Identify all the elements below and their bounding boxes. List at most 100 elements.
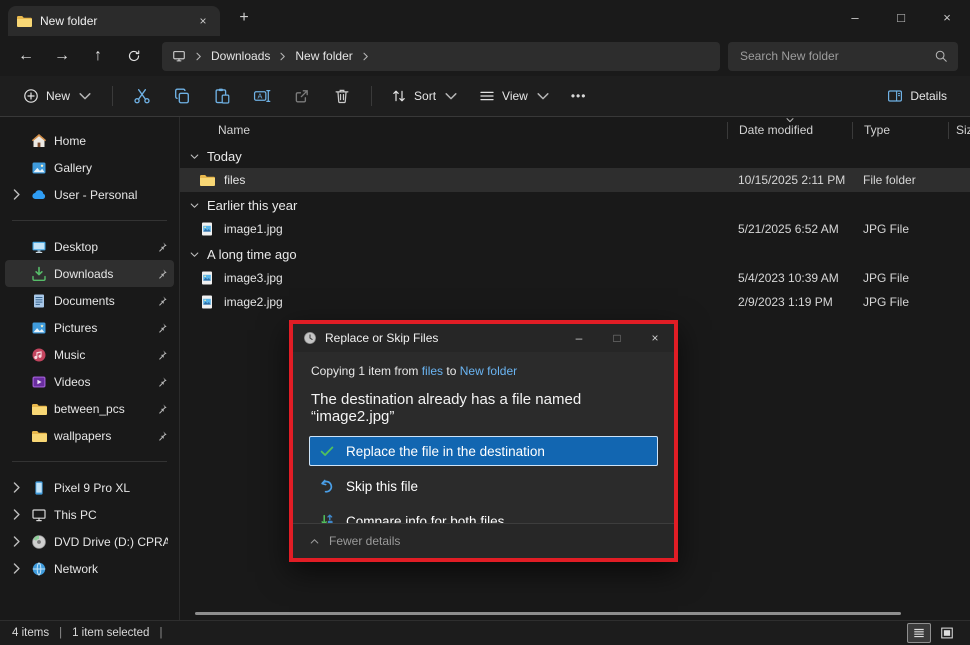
chevron-right-icon	[193, 51, 204, 62]
sidebar-item-gallery[interactable]: Gallery	[5, 154, 174, 181]
search-box[interactable]	[728, 42, 958, 71]
chevron-right-icon[interactable]	[9, 509, 24, 521]
sidebar-item-pictures[interactable]: Pictures	[5, 314, 174, 341]
expander-spacer	[9, 322, 24, 334]
sidebar-item-downloads[interactable]: Downloads	[5, 260, 174, 287]
file-name-cell: image2.jpg	[180, 294, 727, 310]
file-explorer-window: New folder × + – □ × ← → ↑ Downloads New…	[0, 0, 970, 645]
column-header-label: Name	[218, 123, 250, 137]
destination-folder-link[interactable]: New folder	[460, 364, 517, 378]
dialog-close-button[interactable]: ×	[636, 324, 674, 352]
column-header-date-modified[interactable]: Date modified	[727, 122, 852, 139]
horizontal-scrollbar[interactable]	[195, 612, 901, 615]
up-button[interactable]: ↑	[80, 41, 116, 71]
command-toolbar: New A Sort View ••• Details	[0, 76, 970, 117]
dialog-option-replace-the-file-in-the-destination[interactable]: Replace the file in the destination	[309, 436, 658, 466]
paste-icon	[213, 87, 231, 105]
file-row-files[interactable]: files10/15/2025 2:11 PMFile folder	[180, 168, 970, 192]
file-row-image2-jpg[interactable]: image2.jpg2/9/2023 1:19 PMJPG File	[180, 290, 970, 314]
breadcrumb-new-folder[interactable]: New folder	[295, 49, 352, 63]
sidebar-item-desktop[interactable]: Desktop	[5, 233, 174, 260]
rename-button[interactable]: A	[243, 80, 281, 112]
sidebar-item-label: This PC	[54, 508, 168, 522]
group-header-a-long-time-ago[interactable]: A long time ago	[180, 243, 970, 266]
new-button-label: New	[46, 89, 70, 103]
address-bar[interactable]: Downloads New folder	[162, 42, 720, 71]
details-button[interactable]: Details	[878, 82, 956, 110]
view-toggles	[907, 623, 958, 643]
expander-spacer	[9, 430, 24, 442]
column-header-name[interactable]: Name	[180, 122, 727, 139]
chevron-down-icon	[535, 88, 551, 104]
fewer-details-button[interactable]: Fewer details	[293, 523, 674, 558]
sort-button-label: Sort	[414, 89, 436, 103]
cut-button[interactable]	[123, 80, 161, 112]
sidebar-item-home[interactable]: Home	[5, 127, 174, 154]
delete-button[interactable]	[323, 80, 361, 112]
sort-button[interactable]: Sort	[382, 82, 468, 110]
sidebar-item-wallpapers[interactable]: wallpapers	[5, 422, 174, 449]
file-row-image1-jpg[interactable]: image1.jpg5/21/2025 6:52 AMJPG File	[180, 217, 970, 241]
view-button[interactable]: View	[470, 82, 560, 110]
details-view-toggle[interactable]	[907, 623, 931, 643]
chevron-down-icon	[189, 200, 200, 211]
file-row-image3-jpg[interactable]: image3.jpg5/4/2023 10:39 AMJPG File	[180, 266, 970, 290]
refresh-icon	[127, 49, 141, 63]
large-icons-view-icon	[940, 626, 954, 640]
breadcrumb-downloads[interactable]: Downloads	[211, 49, 270, 63]
chevron-right-icon[interactable]	[9, 536, 24, 548]
chevron-right-icon[interactable]	[9, 189, 24, 201]
paste-button[interactable]	[203, 80, 241, 112]
sidebar-item-pixel-9-pro-xl[interactable]: Pixel 9 Pro XL	[5, 474, 174, 501]
close-button[interactable]: ×	[924, 0, 970, 34]
group-header-today[interactable]: Today	[180, 145, 970, 168]
pin-icon	[156, 403, 168, 415]
status-divider: |	[59, 627, 62, 639]
sidebar-item-documents[interactable]: Documents	[5, 287, 174, 314]
sidebar-item-between-pcs[interactable]: between_pcs	[5, 395, 174, 422]
chevron-right-icon[interactable]	[9, 563, 24, 575]
sidebar-item-label: between_pcs	[54, 402, 145, 416]
dialog-option-compare-info-for-both-files[interactable]: Compare info for both files	[309, 506, 658, 523]
forward-button[interactable]: →	[44, 41, 80, 71]
sidebar-item-this-pc[interactable]: This PC	[5, 501, 174, 528]
music-icon	[31, 347, 47, 363]
share-button[interactable]	[283, 80, 321, 112]
sidebar-item-music[interactable]: Music	[5, 341, 174, 368]
dialog-minimize-button[interactable]: –	[560, 324, 598, 352]
refresh-button[interactable]	[116, 41, 152, 71]
sidebar-divider	[12, 461, 167, 462]
network-icon	[31, 561, 47, 577]
replace-or-skip-dialog: Replace or Skip Files – □ × Copying 1 it…	[289, 320, 678, 562]
back-button[interactable]: ←	[8, 41, 44, 71]
maximize-button[interactable]: □	[878, 0, 924, 34]
new-tab-button[interactable]: +	[230, 4, 258, 32]
download-icon	[31, 266, 47, 282]
cut-icon	[133, 87, 151, 105]
new-button[interactable]: New	[14, 82, 102, 110]
gallery-icon	[31, 160, 47, 176]
chevron-down-icon	[77, 88, 93, 104]
tab-close-button[interactable]: ×	[194, 12, 212, 30]
tab-new-folder[interactable]: New folder ×	[8, 6, 220, 36]
sidebar-item-dvd-drive-d-cpra-x64fre[interactable]: DVD Drive (D:) CPRA_X64FRE_	[5, 528, 174, 555]
compare-icon	[319, 513, 335, 523]
group-header-earlier-this-year[interactable]: Earlier this year	[180, 194, 970, 217]
chevron-right-icon[interactable]	[9, 482, 24, 494]
sidebar-item-label: Gallery	[54, 161, 168, 175]
sidebar-item-network[interactable]: Network	[5, 555, 174, 582]
column-header-size[interactable]: Size	[948, 122, 970, 139]
dialog-option-skip-this-file[interactable]: Skip this file	[309, 471, 658, 501]
sidebar-item-videos[interactable]: Videos	[5, 368, 174, 395]
column-header-type[interactable]: Type	[852, 122, 948, 139]
view-icon	[479, 88, 495, 104]
large-icons-view-toggle[interactable]	[936, 624, 958, 642]
more-options-button[interactable]: •••	[562, 83, 596, 109]
copy-button[interactable]	[163, 80, 201, 112]
pin-icon	[156, 241, 168, 253]
search-input[interactable]	[738, 48, 934, 64]
minimize-button[interactable]: –	[832, 0, 878, 34]
expander-spacer	[9, 349, 24, 361]
sidebar-item-user-personal[interactable]: User - Personal	[5, 181, 174, 208]
source-folder-link[interactable]: files	[422, 364, 443, 378]
